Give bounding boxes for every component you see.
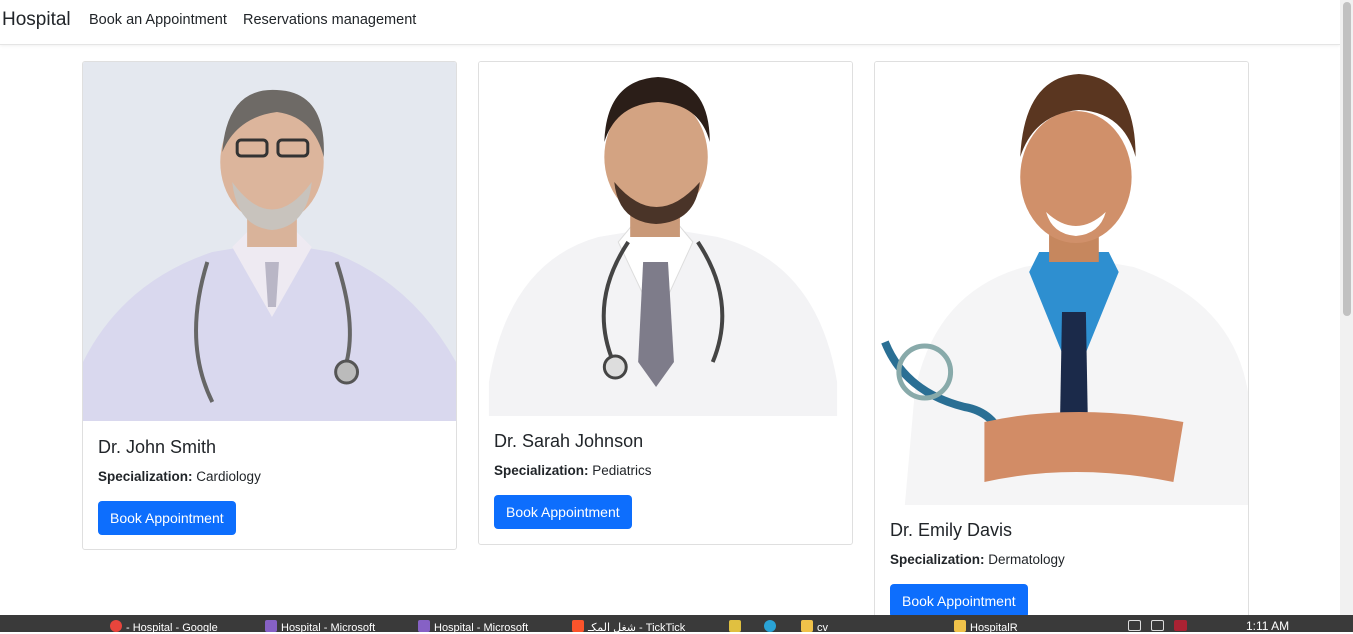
taskbar-clock[interactable]: 1:11 AM (1246, 619, 1289, 633)
doctor-name: Dr. John Smith (98, 437, 217, 457)
doctor-name: Dr. Emily Davis (890, 520, 1013, 540)
visual-studio-icon (418, 620, 430, 632)
top-navbar: Hospital Book an Appointment Reservation… (0, 0, 1340, 45)
page-scrollbar[interactable] (1340, 0, 1353, 615)
nav-book-appointment[interactable]: Book an Appointment (89, 12, 227, 28)
book-appointment-button[interactable]: Book Appointment (890, 584, 1028, 618)
doctor-specialization: Specialization: Pediatrics (494, 463, 652, 478)
folder-icon (954, 620, 966, 632)
specialization-value: Pediatrics (592, 463, 652, 478)
chrome-icon (110, 620, 122, 632)
edge-icon (764, 620, 776, 632)
doctor-photo (479, 62, 852, 416)
doctor-card: Dr. Emily Davis Specialization: Dermatol… (874, 61, 1249, 621)
brave-icon (572, 620, 584, 632)
os-taskbar: - Hospital - Google Hospital - Microsoft… (0, 615, 1353, 634)
book-appointment-button[interactable]: Book Appointment (98, 501, 236, 535)
doctor-photo (875, 62, 1248, 505)
tray-network-icon[interactable] (1128, 620, 1141, 631)
nav-reservations-management[interactable]: Reservations management (243, 12, 416, 28)
doctor-name: Dr. Sarah Johnson (494, 431, 644, 451)
folder-icon (801, 620, 813, 632)
specialization-label: Specialization: (494, 463, 593, 478)
specialization-value: Cardiology (196, 469, 261, 484)
scrollbar-thumb[interactable] (1343, 2, 1351, 316)
tray-app-icon[interactable] (1174, 620, 1187, 631)
doctor-card: Dr. Sarah Johnson Specialization: Pediat… (478, 61, 853, 545)
specialization-label: Specialization: (890, 552, 989, 567)
specialization-label: Specialization: (98, 469, 197, 484)
visual-studio-icon (265, 620, 277, 632)
app-icon (729, 620, 741, 632)
specialization-value: Dermatology (988, 552, 1065, 567)
book-appointment-button[interactable]: Book Appointment (494, 495, 632, 529)
tray-battery-icon[interactable] (1151, 620, 1164, 631)
doctor-specialization: Specialization: Dermatology (890, 552, 1065, 567)
doctor-specialization: Specialization: Cardiology (98, 469, 261, 484)
brand-link[interactable]: Hospital (2, 9, 71, 31)
doctor-photo (83, 62, 456, 421)
doctor-card: Dr. John Smith Specialization: Cardiolog… (82, 61, 457, 550)
